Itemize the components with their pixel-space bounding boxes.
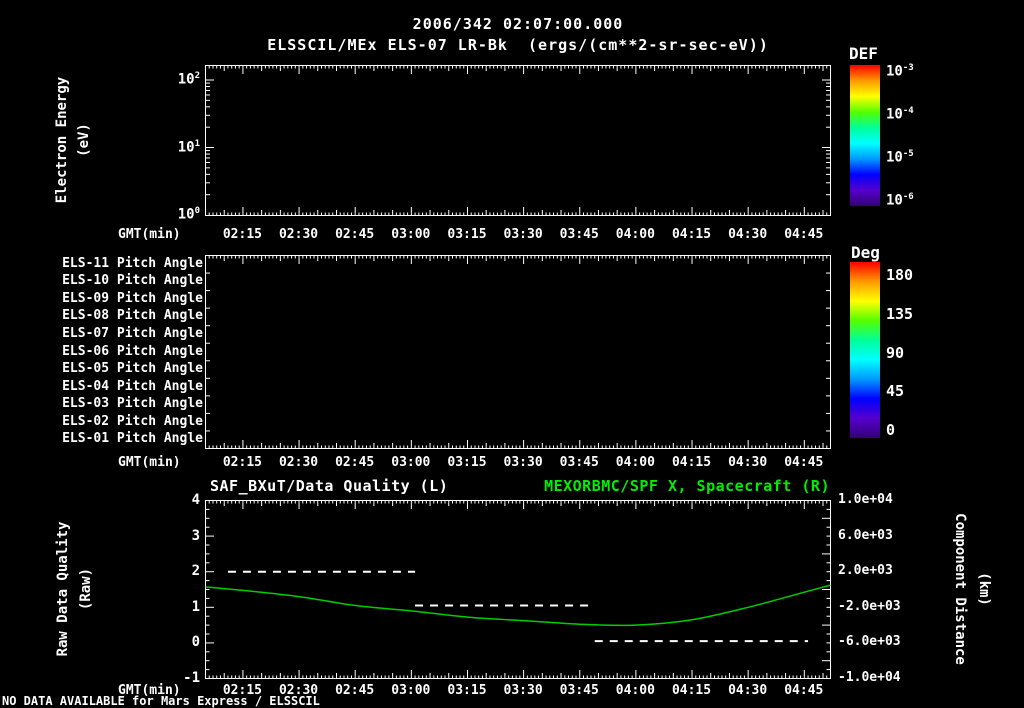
time-tick-label: 03:00	[391, 683, 431, 698]
distance-axis-units: (km)	[976, 572, 992, 606]
time-tick-label: 04:15	[671, 455, 712, 470]
def-tick-label: 10-6	[886, 192, 914, 209]
pitch-angle-panel	[205, 255, 831, 449]
energy-axis-units: (eV)	[76, 123, 92, 157]
time-tick-label: 04:30	[728, 683, 768, 698]
time-tick-label: 04:45	[784, 455, 824, 470]
time-tick-label: 03:45	[559, 227, 599, 242]
distance-tick-label: -1.0e+04	[838, 670, 901, 685]
quality-tick-label: 2	[191, 563, 200, 580]
pitch-row-label: ELS-06 Pitch Angle	[62, 343, 203, 359]
gmt-label-energy: GMT(min)	[118, 227, 181, 242]
deg-tick-label: 180	[886, 266, 914, 284]
time-tick-label: 04:30	[728, 227, 768, 242]
energy-tick-label: 102	[177, 71, 200, 88]
pitch-row-label: ELS-11 Pitch Angle	[62, 255, 203, 271]
time-tick-label: 04:00	[615, 227, 655, 242]
time-tick-label: 02:15	[222, 455, 262, 470]
time-tick-label: 03:45	[559, 455, 599, 470]
time-tick-label: 02:45	[335, 455, 375, 470]
time-tick-label: 04:15	[671, 683, 712, 698]
quality-axis-label: Raw Data Quality	[55, 521, 71, 657]
distance-tick-label: -2.0e+03	[838, 598, 901, 614]
quality-axis-units: (Raw)	[78, 567, 94, 611]
distance-tick-label: 1.0e+04	[838, 492, 893, 507]
time-tick-label: 04:15	[671, 227, 712, 242]
timestamp: 2006/342 02:07:00.000	[412, 15, 624, 33]
distance-tick-label: 2.0e+03	[838, 563, 893, 579]
pitch-row-label: ELS-07 Pitch Angle	[62, 325, 203, 341]
distance-tick-label: -6.0e+03	[838, 634, 901, 650]
time-tick-label: 03:45	[559, 683, 599, 698]
pitch-row-label: ELS-04 Pitch Angle	[62, 378, 203, 394]
time-tick-label: 03:30	[503, 227, 543, 242]
time-tick-label: 04:45	[784, 683, 824, 698]
deg-tick-label: 135	[886, 304, 914, 323]
time-tick-label: 03:15	[447, 227, 487, 242]
def-tick-label: 10-3	[886, 63, 914, 80]
quality-tick-label: 4	[191, 492, 200, 508]
pitch-row-label: ELS-03 Pitch Angle	[62, 396, 203, 412]
deg-tick-label: 0	[886, 421, 896, 439]
time-tick-label: 03:15	[447, 455, 487, 470]
deg-colorbar-title: Deg	[851, 243, 880, 262]
plot-title: ELSSCIL/MEx ELS-07 LR-Bk (ergs/(cm**2-sr…	[267, 36, 769, 54]
els-data-display: 2006/342 02:07:00.000 ELSSCIL/MEx ELS-07…	[0, 0, 1024, 708]
deg-tick-label: 45	[886, 382, 905, 401]
quality-tick-label: 0	[191, 634, 200, 651]
time-tick-label: 02:15	[222, 227, 262, 242]
def-tick-label: 10-4	[886, 106, 914, 123]
pitch-row-label: ELS-05 Pitch Angle	[62, 361, 203, 377]
time-tick-label: 02:30	[278, 227, 319, 242]
spacecraft-series-title: MEXORBMC/SPF X, Spacecraft (R)	[544, 477, 830, 495]
time-tick-label: 04:45	[784, 227, 824, 242]
quality-tick-label: -1	[183, 670, 200, 686]
energy-tick-label: 101	[177, 138, 200, 156]
time-tick-label: 04:30	[728, 455, 768, 470]
time-tick-label: 04:00	[615, 683, 655, 698]
gmt-label-pitch: GMT(min)	[118, 455, 181, 470]
def-colorbar-title: DEF	[849, 44, 878, 63]
time-tick-label: 02:45	[335, 227, 375, 242]
quality-series-title: SAF_BXuT/Data Quality (L)	[210, 477, 449, 495]
distance-tick-label: 6.0e+03	[838, 527, 893, 543]
time-tick-label: 02:45	[335, 683, 375, 698]
time-tick-label: 02:15	[222, 683, 262, 698]
time-tick-label: 03:15	[447, 683, 487, 698]
time-tick-label: 03:00	[391, 227, 431, 242]
pitch-row-label: ELS-02 Pitch Angle	[62, 413, 203, 429]
quality-distance-panel	[205, 500, 831, 679]
energy-axis-label: Electron Energy	[54, 76, 70, 204]
time-tick-label: 02:30	[278, 683, 319, 698]
def-colorbar	[850, 65, 880, 206]
quality-tick-label: 1	[191, 598, 200, 615]
time-tick-label: 04:00	[615, 455, 655, 470]
energy-tick-label: 100	[177, 206, 200, 223]
pitch-row-label: ELS-08 Pitch Angle	[62, 308, 203, 324]
time-tick-label: 02:30	[278, 455, 319, 470]
pitch-row-label: ELS-10 Pitch Angle	[62, 273, 203, 289]
def-tick-label: 10-5	[886, 149, 914, 166]
time-tick-label: 03:00	[391, 455, 431, 470]
deg-colorbar	[850, 262, 880, 438]
deg-tick-label: 90	[886, 343, 905, 362]
distance-axis-label: Component Distance	[952, 513, 968, 665]
quality-tick-label: 3	[191, 527, 200, 544]
time-tick-label: 03:30	[503, 455, 543, 470]
energy-spectrogram-panel	[205, 65, 831, 216]
time-tick-label: 03:30	[503, 683, 543, 698]
pitch-row-label: ELS-01 Pitch Angle	[62, 431, 203, 447]
spacecraft-distance-curve	[205, 584, 831, 627]
pitch-row-label: ELS-09 Pitch Angle	[62, 290, 203, 306]
